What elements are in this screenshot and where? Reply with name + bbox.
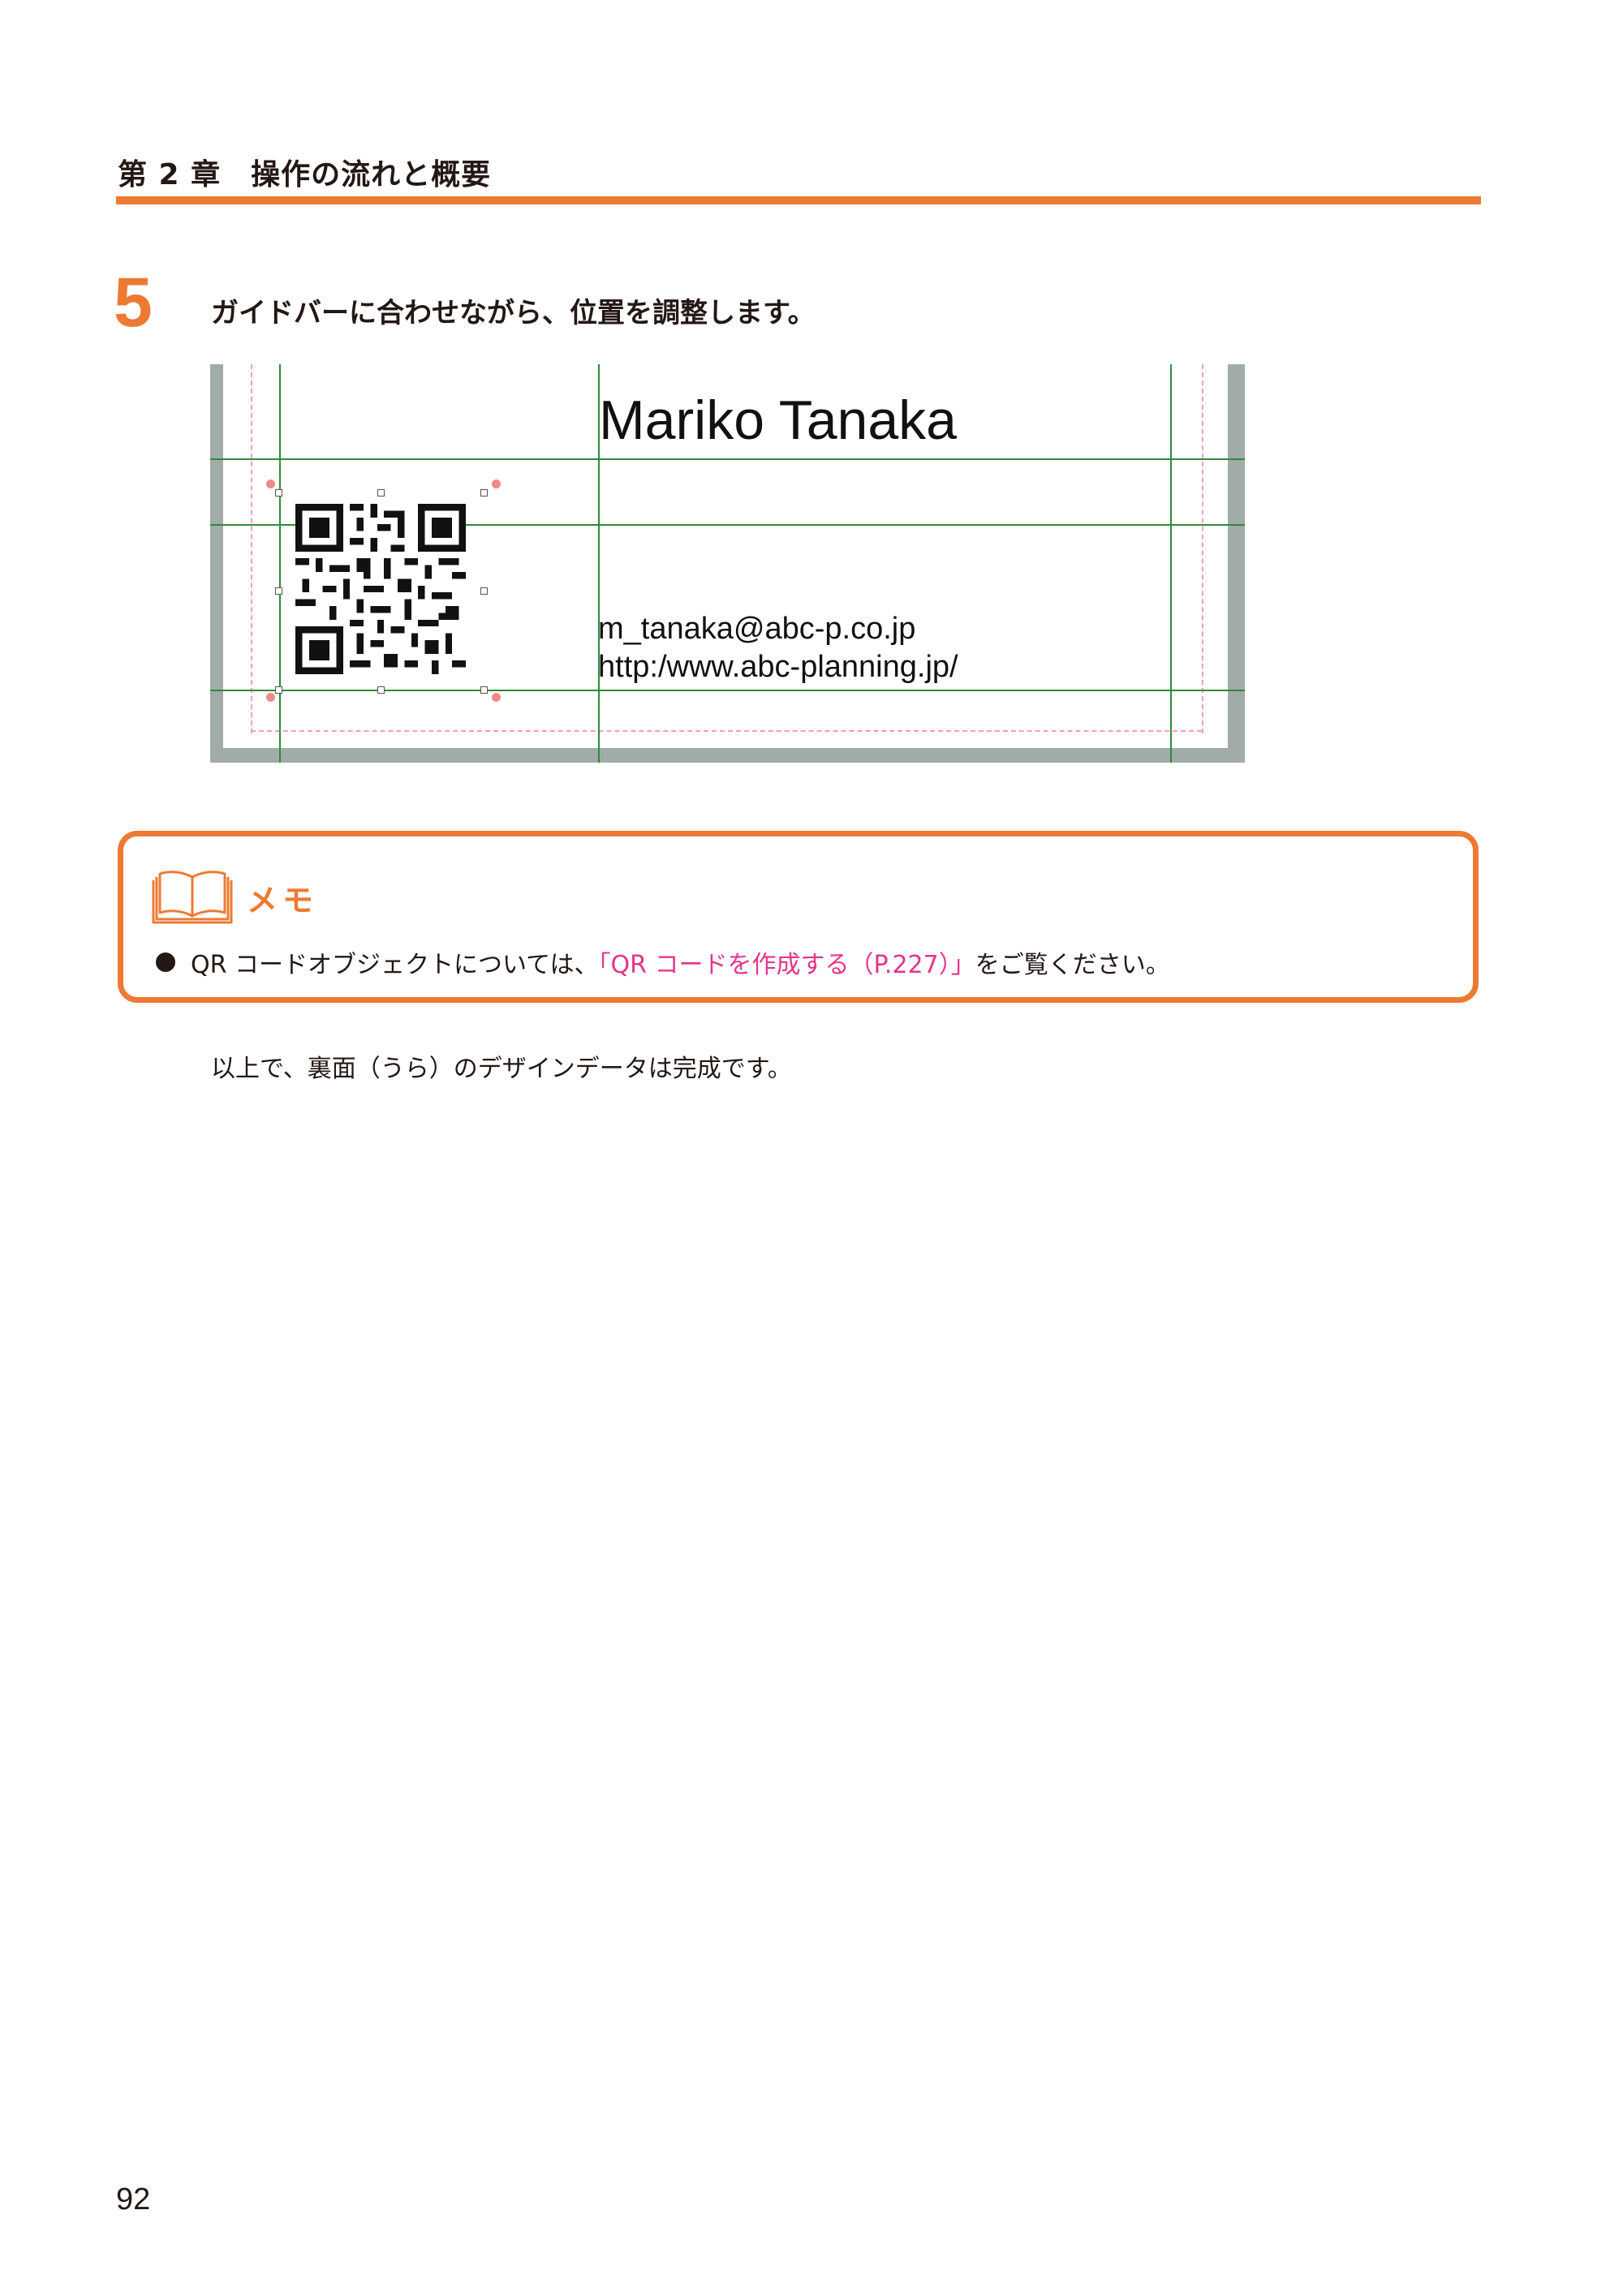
rotate-handle[interactable]	[492, 693, 501, 702]
memo-reference-link[interactable]: 「QR コードを作成する（P.227）」	[599, 951, 975, 979]
rotate-handle[interactable]	[492, 479, 501, 488]
qr-code-icon[interactable]	[295, 504, 466, 674]
selection-handle[interactable]	[377, 686, 385, 694]
guide-bar-vertical[interactable]	[1170, 364, 1172, 763]
guide-bar-horizontal[interactable]	[210, 690, 1245, 691]
trim-line-bottom	[251, 730, 1202, 732]
selection-handle[interactable]	[275, 587, 282, 595]
selection-handle[interactable]	[275, 489, 282, 497]
memo-title: メモ	[247, 883, 319, 918]
rotate-handle[interactable]	[266, 479, 275, 488]
guide-bar-vertical[interactable]	[279, 364, 281, 763]
business-card-screenshot: Mariko Tanaka m_tanaka@abc-p.co.jp http:…	[210, 364, 1245, 763]
card-name-text[interactable]: Mariko Tanaka	[599, 389, 957, 452]
selection-handle[interactable]	[480, 686, 488, 694]
trim-line-right	[1202, 364, 1203, 733]
guide-bar-horizontal[interactable]	[210, 458, 1245, 460]
card-email-text[interactable]: m_tanaka@abc-p.co.jp	[598, 612, 915, 647]
rotate-handle[interactable]	[266, 693, 275, 702]
selection-handle[interactable]	[480, 489, 488, 497]
chapter-divider	[116, 196, 1481, 204]
selection-handle[interactable]	[275, 686, 282, 694]
open-book-icon	[152, 871, 233, 924]
conclusion-text: 以上で、裏面（うら）のデザインデータは完成です。	[211, 1055, 792, 1083]
bullet-icon	[156, 952, 175, 972]
step-instruction: ガイドバーに合わせながら、位置を調整します。	[211, 297, 816, 329]
memo-text-after: をご覧ください。	[975, 951, 1170, 979]
chapter-title: 第 2 章 操作の流れと概要	[118, 158, 492, 191]
page-number: 92	[116, 2182, 151, 2216]
memo-box: メモ QR コードオブジェクトについては、「QR コードを作成する（P.227）…	[118, 831, 1479, 1003]
trim-line-left	[251, 364, 252, 733]
memo-text-before: QR コードオブジェクトについては、	[191, 951, 599, 979]
step-number: 5	[114, 264, 153, 342]
selection-handle[interactable]	[480, 587, 488, 595]
card-url-text[interactable]: http:/www.abc-planning.jp/	[598, 650, 958, 685]
memo-text: QR コードオブジェクトについては、「QR コードを作成する（P.227）」をご…	[191, 944, 1170, 980]
selection-handle[interactable]	[377, 489, 385, 497]
